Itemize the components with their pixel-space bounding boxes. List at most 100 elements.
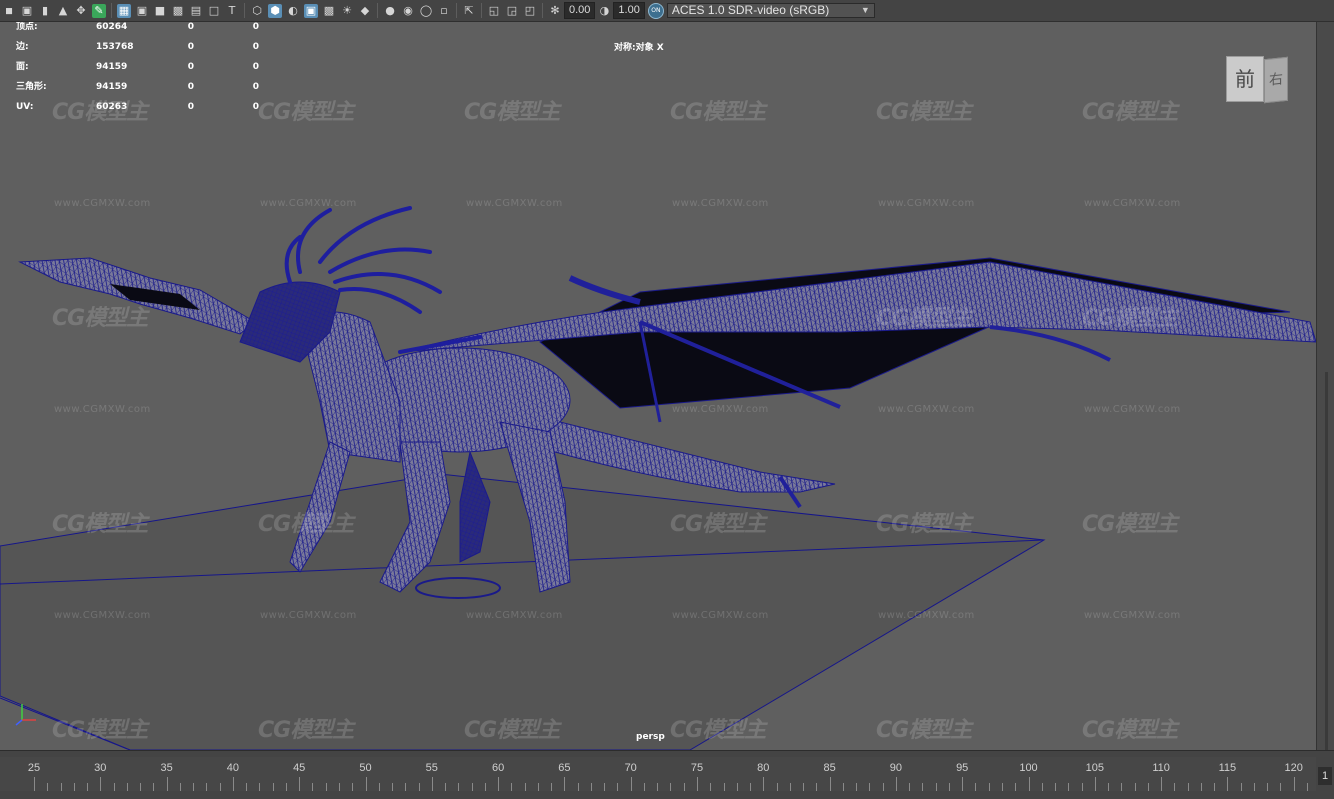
frame-tick [829,777,831,791]
frame-tick [577,783,579,791]
dragon-tail [519,411,836,493]
grid-icon[interactable]: ▦ [117,3,131,18]
frame-label: 85 [823,762,836,774]
motion-blur-icon[interactable]: ◉ [401,4,415,18]
film-gate-icon[interactable]: ▣ [135,4,149,18]
frame-tick [511,783,513,791]
frame-tick [259,783,261,791]
frame-label: 80 [757,762,770,774]
frame-tick [816,783,818,791]
persp-viewport[interactable]: CG模型主 CG模型主 CG模型主 CG模型主 CG模型主 CG模型主 www.… [0,22,1316,750]
xray-icon[interactable]: ◱ [487,4,501,18]
frame-tick [1041,783,1043,791]
frame-tick [232,777,234,791]
frame-tick [1161,777,1163,791]
frame-tick [630,777,632,791]
axis-gizmo-icon [15,704,36,726]
ambient-occlusion-icon[interactable]: ● [383,4,397,18]
default-material-icon[interactable]: ◐ [286,4,300,18]
frame-tick [140,783,142,791]
frame-tick [604,783,606,791]
view-cube-front[interactable]: 前 [1226,56,1264,102]
backface-icon[interactable]: ◰ [523,4,537,18]
wireframe-on-shaded-icon[interactable]: ▣ [304,3,318,18]
pan-zoom-icon[interactable]: ✥ [74,4,88,18]
grease-pencil-icon[interactable]: ✎ [92,3,106,18]
frame-tick [431,777,433,791]
camera-name-label: persp [636,732,665,742]
frame-tick [1001,783,1003,791]
frame-label: 110 [1152,762,1170,774]
frame-tick [750,783,752,791]
symmetry-label: 对称:对象 X [614,43,664,53]
frame-tick [179,783,181,791]
scrollbar[interactable] [1325,372,1328,752]
time-slider[interactable]: 25 30 35 40 45 50 55 60 65 70 75 80 85 90 95 100 105 110 1… [0,750,1334,799]
frame-tick [272,783,274,791]
frame-tick [1068,783,1070,791]
frame-label: 55 [425,762,438,774]
frame-tick [153,783,155,791]
frame-label: 40 [226,762,240,774]
frame-tick [736,783,738,791]
gamma-icon[interactable]: ◑ [597,4,611,18]
frame-tick [1240,783,1242,791]
lighting-icon[interactable]: ☀ [340,4,354,18]
frame-tick [325,783,327,791]
antialiasing-icon[interactable]: ◯ [419,4,433,18]
frame-tick [657,783,659,791]
frame-tick [856,783,858,791]
camera-icon[interactable]: ◾ [2,4,16,18]
depth-of-field-icon[interactable]: ▫ [437,4,451,18]
frame-tick [352,783,354,791]
exposure-icon[interactable]: ✻ [548,4,562,18]
frame-tick [988,783,990,791]
right-scroll-strip [1316,22,1334,752]
gate-mask-icon[interactable]: ▩ [171,4,185,18]
isolate-select-icon[interactable]: ⇱ [462,4,476,18]
frame-tick [842,783,844,791]
time-slider-track[interactable]: 25 30 35 40 45 50 55 60 65 70 75 80 85 90 95 100 105 110 1… [0,757,1316,791]
exposure-field[interactable]: 0.00 [564,2,596,19]
image-plane-icon[interactable]: ▲ [56,4,70,18]
frame-label: 115 [1218,762,1237,774]
frame-label: 75 [690,762,704,774]
frame-tick [445,783,447,791]
frame-tick [1108,783,1110,791]
frame-label: 35 [160,762,173,774]
safe-action-icon[interactable]: □ [207,4,221,18]
camera-attributes-icon[interactable]: ▣ [20,4,34,18]
frame-tick [789,783,791,791]
scene-canvas [0,206,1316,750]
resolution-gate-icon[interactable]: ■ [153,4,167,18]
xray-joints-icon[interactable]: ◲ [505,4,519,18]
bookmark-icon[interactable]: ▮ [38,4,52,18]
color-space-dropdown[interactable]: ACES 1.0 SDR-video (sRGB) ▼ [666,3,875,18]
frame-tick [1028,777,1030,791]
frame-tick [1280,783,1282,791]
frame-tick [1121,783,1123,791]
frame-tick [60,783,62,791]
view-cube[interactable]: 前 右 [1226,56,1288,104]
safe-title-icon[interactable]: T [225,4,239,18]
frame-label: 70 [624,762,637,774]
frame-tick [643,783,645,791]
smooth-shade-icon[interactable]: ⬢ [268,3,282,18]
current-frame-field[interactable]: 1 [1318,767,1332,785]
field-chart-icon[interactable]: ▤ [189,4,203,18]
frame-tick [564,777,566,791]
gamma-field[interactable]: 1.00 [613,2,645,19]
color-management-icon[interactable]: ON [647,2,664,19]
frame-tick [299,777,301,791]
wireframe-icon[interactable]: ⬡ [250,4,264,18]
frame-tick [909,783,911,791]
view-cube-right[interactable]: 右 [1264,56,1288,104]
frame-tick [1147,783,1149,791]
frame-tick [498,777,500,791]
frame-tick [365,777,367,791]
frame-tick [670,783,672,791]
frame-tick [338,783,340,791]
shadows-icon[interactable]: ◆ [358,4,372,18]
textured-icon[interactable]: ▩ [322,4,336,18]
frame-label: 65 [558,762,571,774]
